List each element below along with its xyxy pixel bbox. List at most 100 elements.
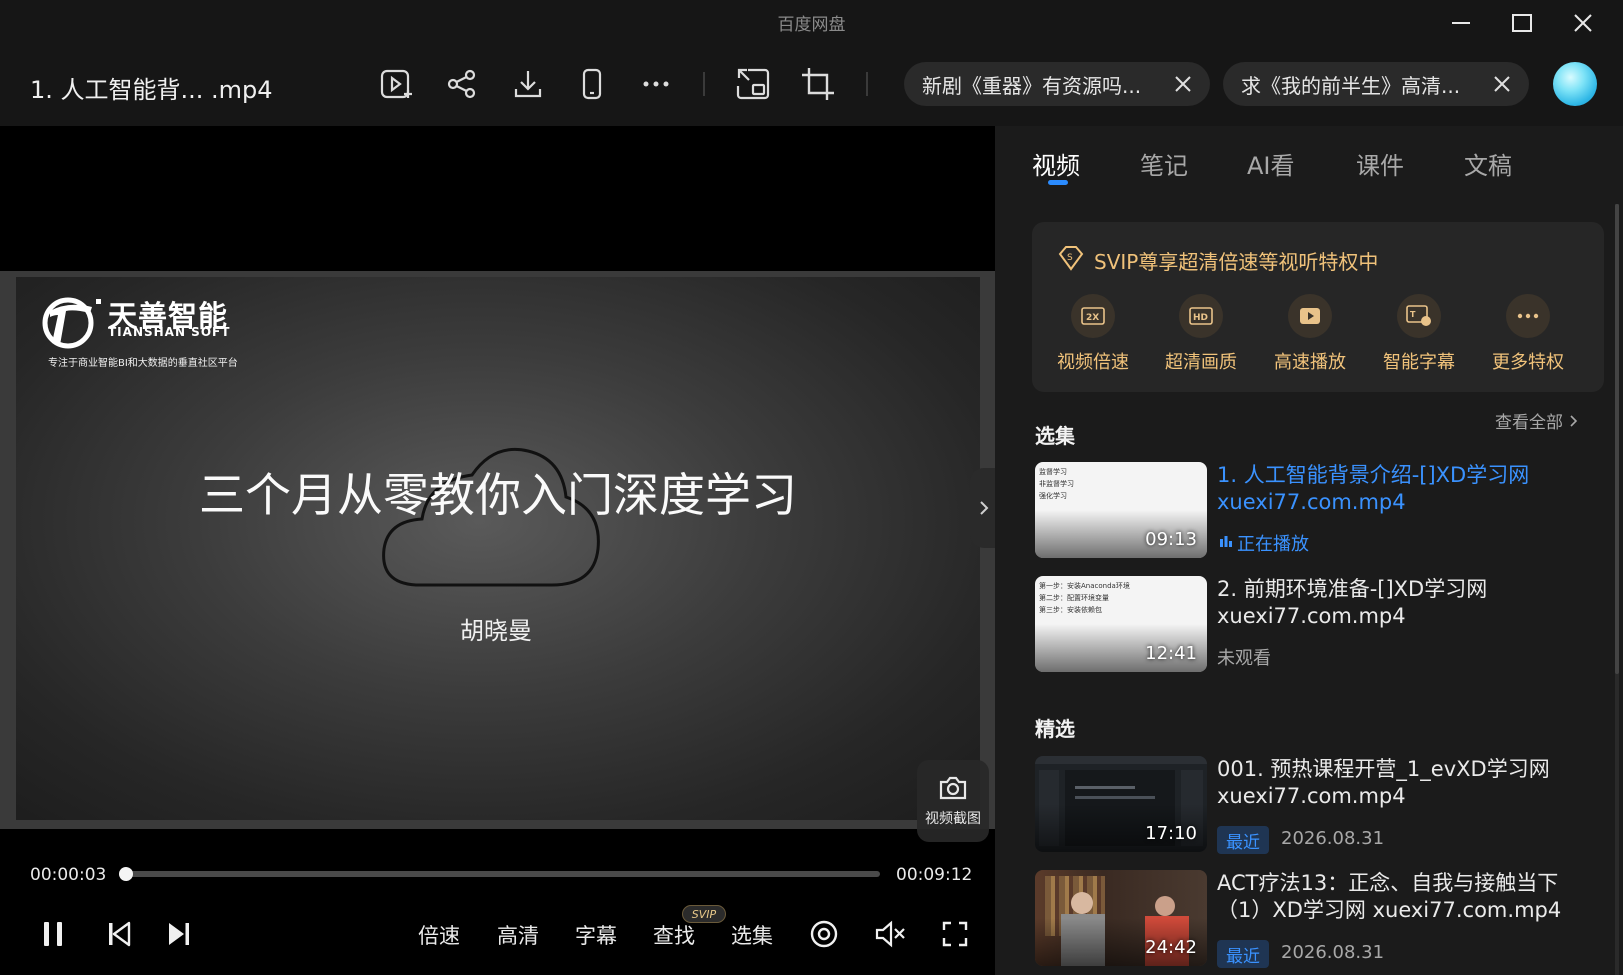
- slide-author: 胡晓曼: [460, 617, 532, 645]
- perk-label: 更多特权: [1492, 352, 1564, 373]
- title-bar: 百度网盘: [0, 0, 1623, 44]
- tab-pill-2[interactable]: 求《我的前半生》高清...: [1223, 62, 1529, 106]
- subtitle-button[interactable]: 字幕: [575, 920, 617, 950]
- snapshot-button[interactable]: 视频截图: [917, 760, 989, 842]
- progress-bar[interactable]: [118, 867, 880, 881]
- chevron-right-icon: [980, 501, 989, 515]
- snapshot-label: 视频截图: [925, 811, 981, 827]
- add-to-playlist-button[interactable]: [376, 64, 416, 104]
- thumbnail-text: 第一步：安装Anaconda环境 第二步：配置环境变量 第三步：安装依赖包: [1039, 582, 1130, 614]
- tab-pill-label: 新剧《重器》有资源吗...: [922, 73, 1142, 98]
- share-icon: [447, 69, 476, 99]
- svip-card[interactable]: S SVIP尊享超清倍速等视听特权中 2X 视频倍速 HD 超清画质 高速播放 …: [1032, 222, 1604, 392]
- hd-icon: HD: [1179, 294, 1223, 338]
- svg-text:S: S: [1067, 253, 1073, 263]
- file-title: 1. 人工智能背... .mp4: [30, 76, 273, 104]
- episode-duration: 12:41: [1145, 643, 1197, 664]
- total-time: 00:09:12: [896, 865, 973, 885]
- perk-fast-play[interactable]: 高速播放: [1265, 294, 1355, 374]
- pause-button[interactable]: [35, 916, 71, 952]
- chevron-right-icon: [1570, 415, 1578, 427]
- tab-transcript[interactable]: 文稿: [1464, 146, 1512, 181]
- featured-title: 精选: [1035, 717, 1075, 741]
- svip-title: SVIP尊享超清倍速等视听特权中: [1094, 250, 1379, 274]
- perk-more[interactable]: 更多特权: [1483, 294, 1573, 374]
- next-button[interactable]: [161, 916, 197, 952]
- featured-date: 2026.08.31: [1281, 942, 1385, 963]
- minimize-button[interactable]: [1446, 8, 1476, 38]
- play-add-icon: [380, 69, 412, 99]
- download-button[interactable]: [508, 64, 548, 104]
- mini-window-icon: [736, 68, 770, 100]
- share-button[interactable]: [442, 64, 482, 104]
- perk-speed[interactable]: 2X 视频倍速: [1048, 294, 1138, 374]
- featured-item[interactable]: 24:42 ACT疗法13：正念、自我与接触当下（1）XD学习网 xuexi77…: [1035, 870, 1595, 970]
- logo-tagline: 专注于商业智能BI和大数据的垂直社区平台: [48, 358, 238, 369]
- phone-play-button[interactable]: [572, 64, 612, 104]
- perk-smart-subtitle[interactable]: T 智能字幕: [1374, 294, 1464, 374]
- fullscreen-icon: [942, 921, 968, 947]
- more-button[interactable]: [636, 64, 676, 104]
- featured-duration: 24:42: [1145, 937, 1197, 958]
- maximize-button[interactable]: [1507, 8, 1537, 38]
- svg-text:2X: 2X: [1086, 313, 1099, 323]
- perk-label: 智能字幕: [1383, 352, 1455, 373]
- smart-subtitle-icon: T: [1397, 294, 1441, 338]
- video-player[interactable]: 天善智能 TIANSHAN SOFT 专注于商业智能BI和大数据的垂直社区平台 …: [0, 126, 995, 975]
- speed-button[interactable]: 倍速: [418, 920, 460, 950]
- expand-panel-button[interactable]: [970, 468, 998, 548]
- close-window-button[interactable]: [1568, 8, 1598, 38]
- close-tab-icon[interactable]: [1491, 73, 1513, 95]
- tab-courseware[interactable]: 课件: [1356, 146, 1404, 181]
- tab-pill-1[interactable]: 新剧《重器》有资源吗...: [904, 62, 1210, 106]
- avatar[interactable]: [1553, 62, 1597, 106]
- tab-notes[interactable]: 笔记: [1140, 146, 1188, 181]
- fast-play-icon: [1288, 294, 1332, 338]
- featured-item[interactable]: 17:10 001. 预热课程开营_1_evXD学习网 xuexi77.com.…: [1035, 756, 1595, 856]
- maximize-icon: [1512, 14, 1532, 32]
- perk-hd[interactable]: HD 超清画质: [1156, 294, 1246, 374]
- episodes-button[interactable]: 选集: [731, 920, 773, 950]
- episode-thumbnail: 第一步：安装Anaconda环境 第二步：配置环境变量 第三步：安装依赖包 12…: [1035, 576, 1207, 672]
- recent-badge: 最近: [1217, 826, 1269, 854]
- svip-diamond-icon: S: [1058, 246, 1084, 271]
- perk-label: 超清画质: [1165, 352, 1237, 373]
- mute-button[interactable]: [872, 916, 908, 952]
- svg-text:T: T: [1410, 310, 1416, 319]
- thumbnail-text: 监督学习 非监督学习 强化学习: [1039, 468, 1074, 500]
- previous-button[interactable]: [101, 916, 137, 952]
- picture-in-picture-button[interactable]: [733, 64, 773, 104]
- search-button[interactable]: 查找: [653, 920, 695, 950]
- phone-icon: [582, 68, 602, 100]
- toolbar-divider: [703, 72, 705, 96]
- view-all-label: 查看全部: [1495, 413, 1563, 433]
- episode-duration: 09:13: [1145, 529, 1197, 550]
- skip-previous-icon: [109, 921, 131, 947]
- fullscreen-button[interactable]: [937, 916, 973, 952]
- episode-status: 未观看: [1217, 648, 1271, 669]
- side-panel: 视频 笔记 AI看 课件 文稿 S SVIP尊享超清倍速等视听特权中 2X 视频…: [995, 126, 1623, 975]
- volume-mute-icon: [875, 920, 905, 948]
- toolbar-divider: [866, 72, 868, 96]
- featured-item-title: ACT疗法13：正念、自我与接触当下（1）XD学习网 xuexi77.com.m…: [1217, 871, 1562, 922]
- featured-thumbnail: 24:42: [1035, 870, 1207, 966]
- progress-knob[interactable]: [118, 867, 133, 881]
- close-icon: [1574, 14, 1592, 32]
- video-slide: 天善智能 TIANSHAN SOFT 专注于商业智能BI和大数据的垂直社区平台 …: [16, 277, 980, 820]
- quality-button[interactable]: 高清: [497, 920, 539, 950]
- episode-title: 1. 人工智能背景介绍-[]XD学习网 xuexi77.com.mp4: [1217, 463, 1530, 514]
- video-frame: 天善智能 TIANSHAN SOFT 专注于商业智能BI和大数据的垂直社区平台 …: [0, 271, 995, 829]
- episode-item[interactable]: 第一步：安装Anaconda环境 第二步：配置环境变量 第三步：安装依赖包 12…: [1035, 576, 1595, 676]
- settings-button[interactable]: [806, 916, 842, 952]
- app-title: 百度网盘: [777, 15, 846, 35]
- scrollbar-thumb[interactable]: [1615, 204, 1619, 674]
- episode-item[interactable]: 监督学习 非监督学习 强化学习 09:13 1. 人工智能背景介绍-[]XD学习…: [1035, 462, 1595, 562]
- tab-ai-view[interactable]: AI看: [1247, 146, 1295, 181]
- episode-title: 2. 前期环境准备-[]XD学习网 xuexi77.com.mp4: [1217, 577, 1488, 628]
- view-all-link[interactable]: 查看全部: [1495, 408, 1578, 433]
- close-tab-icon[interactable]: [1172, 73, 1194, 95]
- crop-button[interactable]: [798, 64, 838, 104]
- minimize-icon: [1452, 22, 1470, 24]
- more-icon: [1506, 294, 1550, 338]
- tab-video[interactable]: 视频: [1032, 146, 1080, 181]
